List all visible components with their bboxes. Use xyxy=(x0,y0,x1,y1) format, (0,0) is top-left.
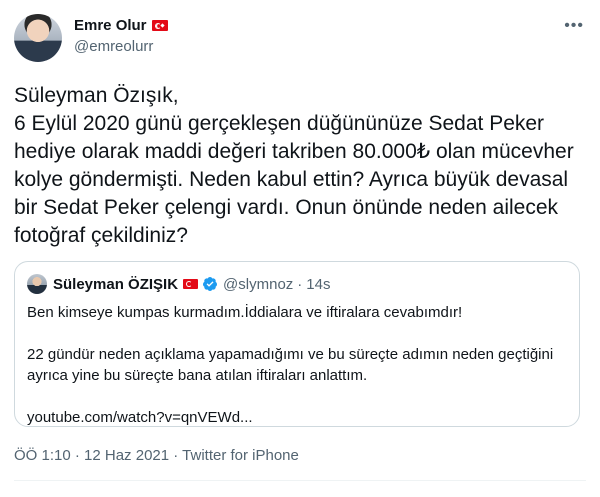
verified-badge-icon xyxy=(203,277,218,291)
quoted-paragraph: Ben kimseye kumpas kurmadım.İddialara ve… xyxy=(27,304,463,321)
author-name[interactable]: Emre Olur xyxy=(74,17,147,34)
quoted-paragraph: 22 gündür neden açıklama yapamadığımı ve… xyxy=(27,346,554,384)
quoted-tweet-text: Ben kimseye kumpas kurmadım.İddialara ve… xyxy=(27,302,567,428)
quoted-author-name: Süleyman ÖZIŞIK xyxy=(53,275,179,293)
author-avatar[interactable] xyxy=(14,14,62,62)
tweet-card: Emre Olur @emreolurr ••• Süleyman Özışık… xyxy=(0,0,600,497)
quoted-timestamp: 14s xyxy=(306,275,331,293)
quoted-author-avatar xyxy=(27,274,47,294)
quoted-tweet-header: Süleyman ÖZIŞIK @slymnoz · 14s xyxy=(27,274,330,294)
separator-dot: · xyxy=(297,275,303,293)
turkey-flag-icon xyxy=(151,20,168,31)
author-name-row[interactable]: Emre Olur xyxy=(74,17,168,34)
tweet-text: Süleyman Özışık, 6 Eylül 2020 günü gerçe… xyxy=(14,84,574,247)
quoted-author-handle: @slymnoz xyxy=(223,275,294,293)
author-handle[interactable]: @emreolurr xyxy=(74,38,153,55)
quoted-tweet[interactable]: Süleyman ÖZIŞIK @slymnoz · 14s Ben kimse… xyxy=(14,261,580,427)
quoted-link[interactable]: youtube.com/watch?v=qnVEWd... xyxy=(27,407,567,428)
divider xyxy=(14,480,586,481)
more-options-icon[interactable]: ••• xyxy=(564,18,584,34)
turkey-flag-icon xyxy=(183,279,199,289)
tweet-timestamp-source[interactable]: ÖÖ 1:10 · 12 Haz 2021 · Twitter for iPho… xyxy=(14,447,299,464)
